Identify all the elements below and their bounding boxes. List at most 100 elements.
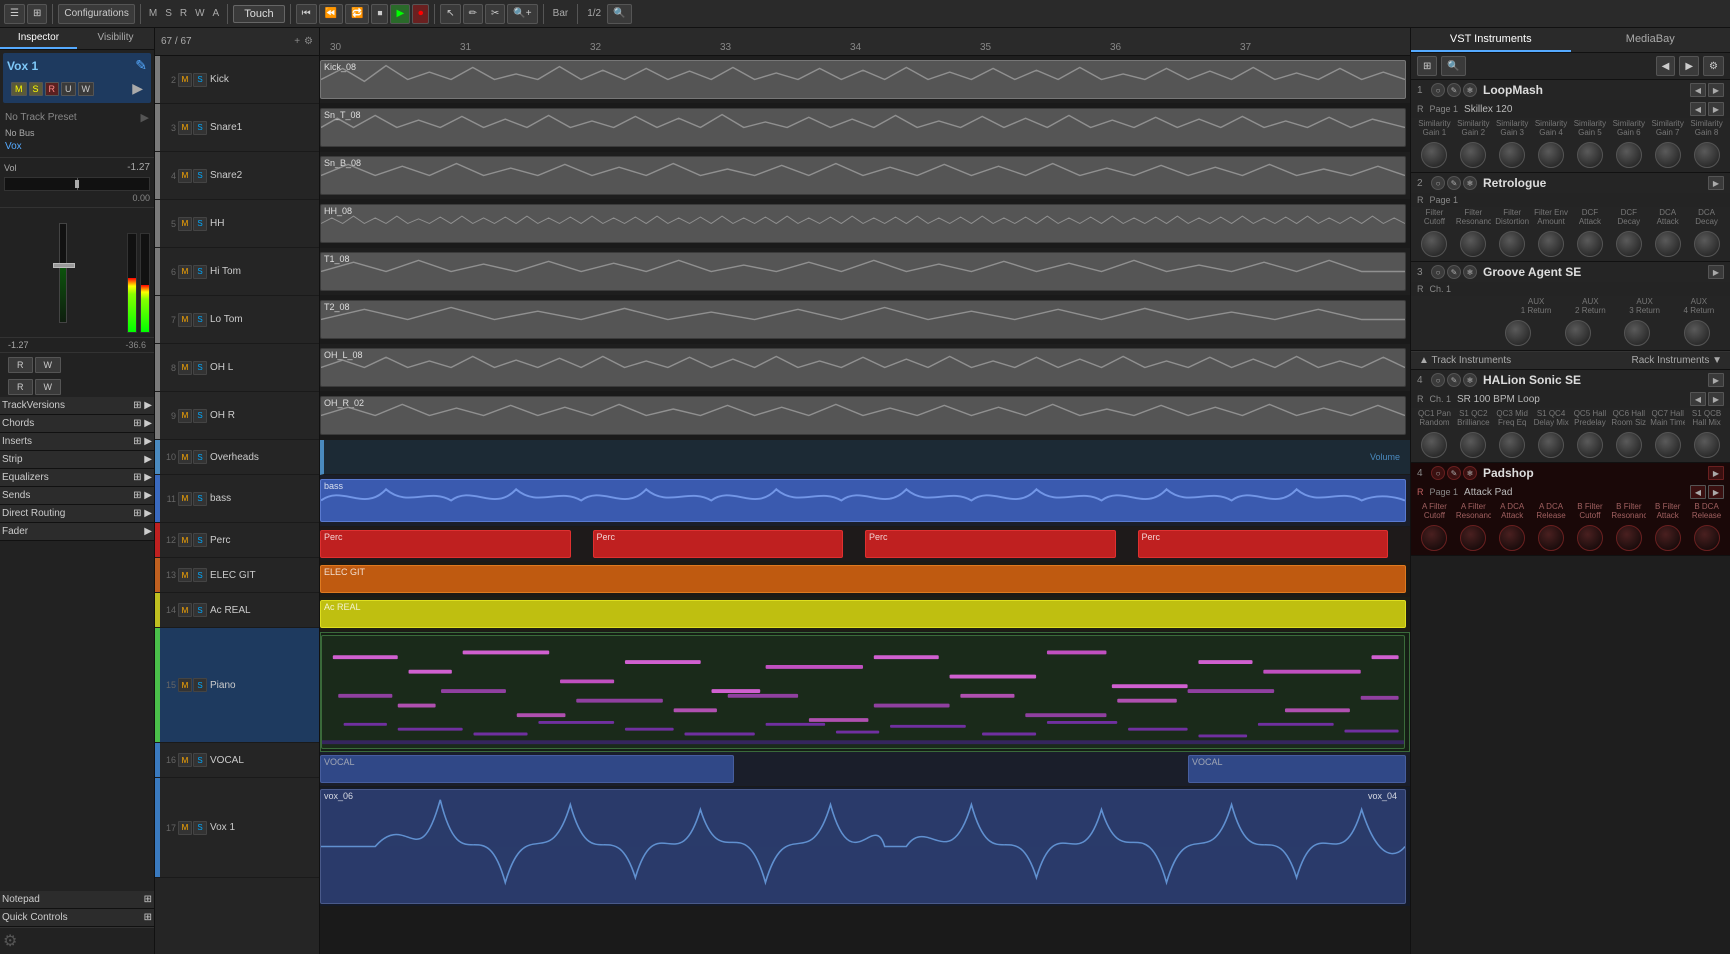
vst-halion-freeze[interactable]: ❄ bbox=[1463, 373, 1477, 387]
knob-aux1[interactable] bbox=[1505, 320, 1531, 346]
track-row-ohr[interactable]: 9 M S OH R bbox=[155, 392, 319, 440]
prev-button[interactable]: ⏪ bbox=[319, 4, 343, 24]
vst-padshop-preset-next[interactable]: ▶ bbox=[1708, 485, 1724, 499]
knob-dcf-decay[interactable] bbox=[1616, 231, 1642, 257]
clip-hh[interactable]: HH_08 bbox=[320, 204, 1406, 243]
knob-qc2[interactable] bbox=[1460, 432, 1486, 458]
equalizers-header[interactable]: Equalizers ⊞ ▶ bbox=[0, 469, 154, 487]
pan-handle[interactable] bbox=[75, 180, 79, 188]
track-instruments-label[interactable]: ▲ Track Instruments bbox=[1419, 355, 1511, 366]
vst-groove-action[interactable]: ▶ bbox=[1708, 265, 1724, 279]
knob-resonance[interactable] bbox=[1460, 231, 1486, 257]
knob-cutoff[interactable] bbox=[1421, 231, 1447, 257]
tab-vst-instruments[interactable]: VST Instruments bbox=[1411, 28, 1571, 52]
vst-loopmash-left[interactable]: ◀ bbox=[1690, 83, 1706, 97]
vst-search-btn[interactable]: 🔍 bbox=[1441, 56, 1465, 76]
insp-s-btn[interactable]: S bbox=[29, 82, 43, 96]
track-row-hitom[interactable]: 6 M S Hi Tom bbox=[155, 248, 319, 296]
clip-perc-2[interactable]: Perc bbox=[593, 530, 844, 558]
vst-loopmash-preset-next[interactable]: ▶ bbox=[1708, 102, 1724, 116]
track-s-btn[interactable]: S bbox=[193, 313, 207, 327]
tab-mediabay[interactable]: MediaBay bbox=[1571, 28, 1730, 52]
knob-a-release[interactable] bbox=[1538, 525, 1564, 551]
knob-aux3[interactable] bbox=[1624, 320, 1650, 346]
track-m-btn[interactable]: M bbox=[178, 678, 192, 692]
vst-groove-freeze[interactable]: ❄ bbox=[1463, 265, 1477, 279]
track-m-btn[interactable]: M bbox=[178, 121, 192, 135]
rewind-button[interactable]: ⏮ bbox=[296, 4, 317, 24]
clip-perc-4[interactable]: Perc bbox=[1138, 530, 1389, 558]
track-row-vox1[interactable]: 17 M S Vox 1 bbox=[155, 778, 319, 878]
r2-btn[interactable]: R bbox=[8, 379, 33, 395]
track-m-btn[interactable]: M bbox=[178, 533, 192, 547]
vst-retrologue-freeze[interactable]: ❄ bbox=[1463, 176, 1477, 190]
knob-qc8[interactable] bbox=[1694, 432, 1720, 458]
vst-halion-edit[interactable]: ✎ bbox=[1447, 373, 1461, 387]
knob-aux2[interactable] bbox=[1565, 320, 1591, 346]
vst-add-btn[interactable]: ⊞ bbox=[1417, 56, 1437, 76]
clip-snare1[interactable]: Sn_T_08 bbox=[320, 108, 1406, 147]
track-name-edit-btn[interactable]: ✎ bbox=[135, 57, 147, 74]
track-s-btn[interactable]: S bbox=[193, 678, 207, 692]
volume-slider[interactable] bbox=[59, 223, 67, 323]
track-m-btn[interactable]: M bbox=[178, 753, 192, 767]
clip-vocal-2[interactable]: VOCAL bbox=[1188, 755, 1406, 783]
vst-halion-preset-prev[interactable]: ◀ bbox=[1690, 392, 1706, 406]
knob-dca-decay[interactable] bbox=[1694, 231, 1720, 257]
knob-a-res[interactable] bbox=[1460, 525, 1486, 551]
clip-hitom[interactable]: T1_08 bbox=[320, 252, 1406, 291]
track-s-btn[interactable]: S bbox=[193, 361, 207, 375]
track-s-btn[interactable]: S bbox=[193, 603, 207, 617]
rack-instruments-label[interactable]: Rack Instruments ▼ bbox=[1632, 355, 1722, 366]
erase-tool[interactable]: ✂ bbox=[485, 4, 505, 24]
preset-arrow[interactable]: ▶ bbox=[141, 111, 149, 124]
knob-sim3[interactable] bbox=[1499, 142, 1525, 168]
direct-routing-header[interactable]: Direct Routing ⊞ ▶ bbox=[0, 505, 154, 523]
vst-settings-btn[interactable]: ⚙ bbox=[1703, 56, 1724, 76]
track-m-btn[interactable]: M bbox=[178, 450, 192, 464]
knob-sim8[interactable] bbox=[1694, 142, 1720, 168]
track-m-btn[interactable]: M bbox=[178, 265, 192, 279]
draw-tool[interactable]: ✏ bbox=[463, 4, 483, 24]
knob-b-res[interactable] bbox=[1616, 525, 1642, 551]
track-m-btn[interactable]: M bbox=[178, 313, 192, 327]
search-button[interactable]: 🔍 bbox=[607, 4, 631, 24]
vst-halion-preset-next[interactable]: ▶ bbox=[1708, 392, 1724, 406]
insp-r-btn[interactable]: R bbox=[45, 82, 60, 96]
knob-qc3[interactable] bbox=[1499, 432, 1525, 458]
vst-output-btn[interactable]: ◀ bbox=[1656, 56, 1676, 76]
vst-halion-power[interactable]: ○ bbox=[1431, 373, 1445, 387]
vst-padshop-action[interactable]: ▶ bbox=[1708, 466, 1724, 480]
inspector-settings-icon[interactable]: ⚙ bbox=[3, 933, 17, 950]
knob-sim4[interactable] bbox=[1538, 142, 1564, 168]
track-s-btn[interactable]: S bbox=[193, 265, 207, 279]
insp-u-btn[interactable]: U bbox=[61, 82, 76, 96]
clip-snare2[interactable]: Sn_B_08 bbox=[320, 156, 1406, 195]
track-s-btn[interactable]: S bbox=[193, 217, 207, 231]
knob-qc4[interactable] bbox=[1538, 432, 1564, 458]
track-row-lotom[interactable]: 7 M S Lo Tom bbox=[155, 296, 319, 344]
track-row-bass[interactable]: 11 M S bass bbox=[155, 475, 319, 523]
knob-aux4[interactable] bbox=[1684, 320, 1710, 346]
knob-dcf-attack[interactable] bbox=[1577, 231, 1603, 257]
track-settings-btn[interactable]: ⚙ bbox=[304, 36, 313, 47]
knob-qc7[interactable] bbox=[1655, 432, 1681, 458]
select-tool[interactable]: ↖ bbox=[440, 4, 460, 24]
knob-qc1[interactable] bbox=[1421, 432, 1447, 458]
track-s-btn[interactable]: S bbox=[193, 73, 207, 87]
w-btn[interactable]: W bbox=[35, 357, 62, 373]
knob-b-attack[interactable] bbox=[1655, 525, 1681, 551]
vst-freeze-icon[interactable]: ❄ bbox=[1463, 83, 1477, 97]
track-row-hh[interactable]: 5 M S HH bbox=[155, 200, 319, 248]
knob-sim6[interactable] bbox=[1616, 142, 1642, 168]
track-row-perc[interactable]: 12 M S Perc bbox=[155, 523, 319, 558]
track-row-vocal[interactable]: 16 M S VOCAL bbox=[155, 743, 319, 778]
track-row-snare1[interactable]: 3 M S Snare1 bbox=[155, 104, 319, 152]
clip-perc-3[interactable]: Perc bbox=[865, 530, 1116, 558]
tracks-viewport[interactable]: Kick_08 Sn_T_08 Sn_B_08 bbox=[320, 56, 1410, 954]
tab-visibility[interactable]: Visibility bbox=[77, 28, 154, 49]
vst-loopmash-preset-prev[interactable]: ◀ bbox=[1690, 102, 1706, 116]
sends-header[interactable]: Sends ⊞ ▶ bbox=[0, 487, 154, 505]
clip-kick[interactable]: Kick_08 bbox=[320, 60, 1406, 99]
track-s-btn[interactable]: S bbox=[193, 533, 207, 547]
